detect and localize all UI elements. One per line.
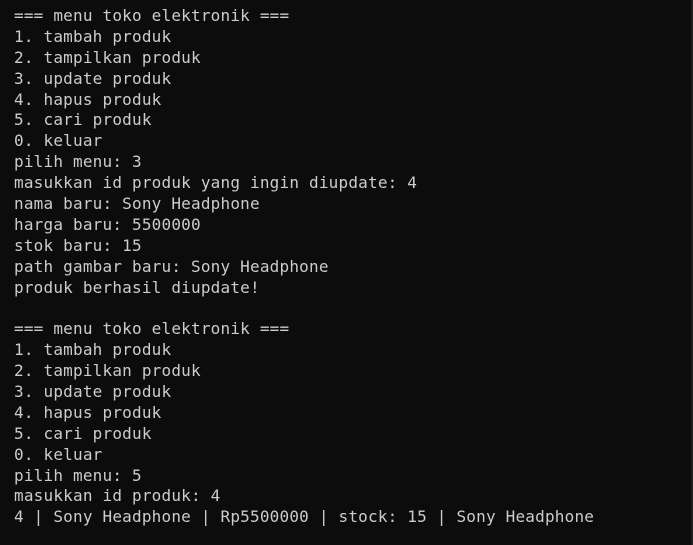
menu-option-update-1: 3. update produk (14, 68, 172, 88)
search-id-prompt: masukkan id produk: 4 (14, 486, 221, 506)
search-result-row: 4 | Sony Headphone | Rp5500000 | stock: … (14, 507, 595, 527)
menu-option-tambah-1: 1. tambah produk (14, 26, 172, 46)
menu-option-hapus-1: 4. hapus produk (14, 89, 162, 109)
menu-option-cari-2: 5. cari produk (14, 423, 152, 443)
menu-option-update-2: 3. update produk (14, 382, 172, 402)
menu-option-cari-1: 5. cari produk (14, 110, 152, 130)
menu-header-2: === menu toko elektronik === (14, 319, 290, 339)
new-stock-prompt: stok baru: 15 (14, 235, 142, 255)
new-image-path-prompt: path gambar baru: Sony Headphone (14, 256, 329, 276)
menu-header-1: === menu toko elektronik === (14, 6, 290, 25)
menu-choice-prompt-2: pilih menu: 5 (14, 465, 142, 485)
new-price-prompt: harga baru: 5500000 (14, 214, 201, 234)
menu-option-hapus-2: 4. hapus produk (14, 402, 162, 422)
new-name-prompt: nama baru: Sony Headphone (14, 194, 260, 214)
menu-option-tampilkan-1: 2. tampilkan produk (14, 47, 201, 67)
menu-option-tampilkan-2: 2. tampilkan produk (14, 361, 201, 381)
menu-choice-prompt-1: pilih menu: 3 (14, 152, 142, 172)
menu-option-tambah-2: 1. tambah produk (14, 340, 172, 360)
menu-option-keluar-1: 0. keluar (14, 131, 103, 151)
update-id-prompt: masukkan id produk yang ingin diupdate: … (14, 173, 418, 193)
terminal-output[interactable]: === menu toko elektronik === 1. tambah p… (0, 0, 693, 545)
menu-option-keluar-2: 0. keluar (14, 444, 103, 464)
update-success-message: produk berhasil diupdate! (14, 277, 260, 297)
